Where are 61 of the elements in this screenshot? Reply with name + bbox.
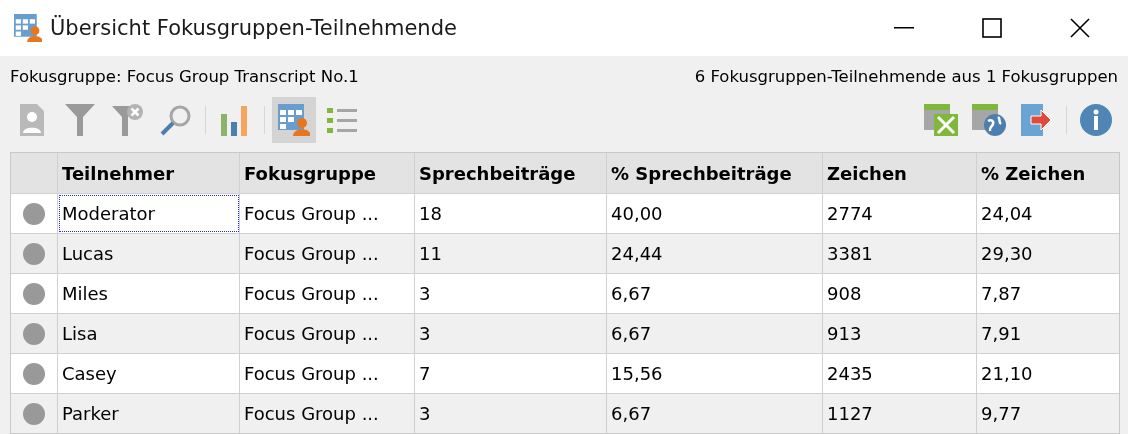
table-cell: Focus Group ... [240, 394, 415, 433]
table-cell: 40,00 [607, 194, 823, 233]
close-icon[interactable] [1070, 18, 1090, 38]
table-cell: Focus Group ... [240, 354, 415, 393]
table-cell: Focus Group ... [240, 194, 415, 233]
spreadsheet-export-icon[interactable] [924, 104, 958, 136]
table-cell: Focus Group ... [240, 234, 415, 273]
table-cell: 3381 [823, 234, 977, 273]
table-cell-text: 9,77 [980, 402, 1023, 426]
table-cell: 24,44 [607, 234, 823, 273]
table-cell: 1127 [823, 394, 977, 433]
table-person-icon [278, 104, 310, 136]
bar-chart-icon[interactable] [221, 104, 249, 136]
column-header[interactable]: Sprechbeiträge [415, 153, 607, 193]
column-header[interactable]: % Sprechbeiträge [607, 153, 823, 193]
table-cell: 3 [415, 314, 607, 353]
table-cell-text: 29,30 [980, 242, 1034, 266]
toolbar-button[interactable] [272, 97, 316, 143]
table-cell-text: 7,87 [980, 282, 1023, 306]
table-cell: 908 [823, 274, 977, 313]
search-icon[interactable] [160, 104, 192, 136]
filter-icon[interactable] [65, 104, 95, 136]
table-cell-text: 7,91 [980, 322, 1023, 346]
column-header[interactable]: Fokusgruppe [240, 153, 415, 193]
window-title: Übersicht Fokusgruppen-Teilnehmende [50, 16, 457, 40]
minimize-icon[interactable] [894, 27, 914, 29]
table-cell: 6,67 [607, 394, 823, 433]
table-cell: 6,67 [607, 314, 823, 353]
info-icon[interactable] [1080, 104, 1112, 136]
table-cell: Lisa [58, 314, 240, 353]
table-cell: 2774 [823, 194, 977, 233]
table-cell: Moderator [58, 194, 240, 233]
table-cell-text: 24,04 [980, 202, 1034, 226]
table-cell: Focus Group ... [240, 314, 415, 353]
app-icon [14, 13, 42, 43]
table-cell: Focus Group ... [240, 274, 415, 313]
column-header[interactable]: % Zeichen [977, 153, 1119, 193]
table-cell: 15,56 [607, 354, 823, 393]
list-icon[interactable] [327, 106, 357, 134]
table-cell: 3 [415, 274, 607, 313]
person-icon[interactable] [20, 104, 44, 136]
exit-icon[interactable] [1021, 104, 1053, 136]
table-cell: Casey [58, 354, 240, 393]
table-cell: Miles [58, 274, 240, 313]
table-cell: 7 [415, 354, 607, 393]
table-cell: 6,67 [607, 274, 823, 313]
table-cell-text: 21,10 [980, 362, 1034, 386]
summary-label: 6 Fokusgruppen-Teilnehmende aus 1 Fokusgruppen [694, 66, 1118, 86]
group-label: Fokusgruppe: Focus Group Transcript No.1 [10, 66, 359, 86]
table-cell: 18 [415, 194, 607, 233]
table-cell: 3 [415, 394, 607, 433]
table-cell: 2435 [823, 354, 977, 393]
table-cell: 11 [415, 234, 607, 273]
filter-clear-icon[interactable] [112, 104, 144, 136]
table-globe-icon[interactable] [972, 104, 1006, 136]
table-cell: Lucas [58, 234, 240, 273]
column-header[interactable]: Zeichen [823, 153, 977, 193]
table-cell: Parker [58, 394, 240, 433]
column-header[interactable]: Teilnehmer [58, 153, 240, 193]
table-cell: 913 [823, 314, 977, 353]
maximize-icon[interactable] [982, 18, 1002, 38]
